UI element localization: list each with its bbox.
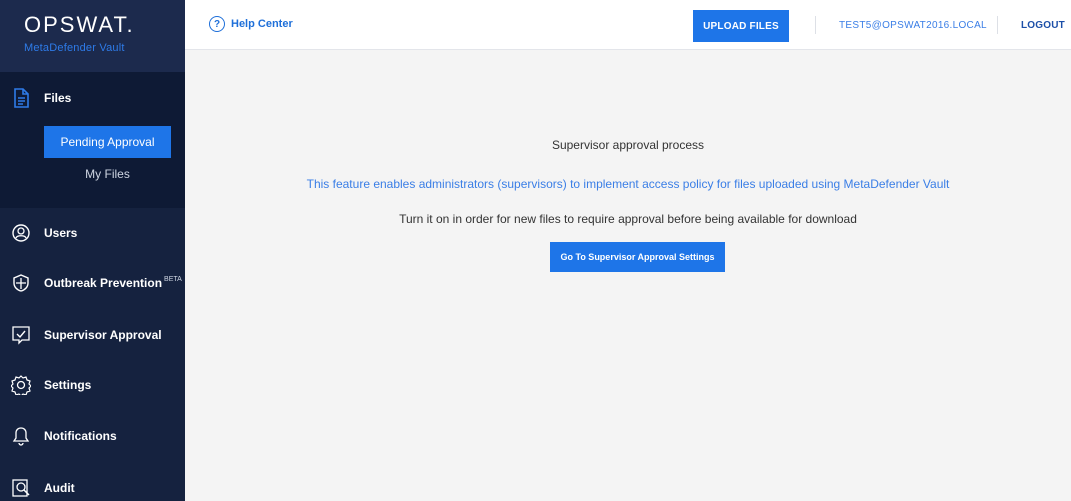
- sidebar-item-label: Audit: [44, 481, 75, 495]
- bell-icon: [10, 425, 32, 447]
- top-bar: ? Help Center UPLOAD FILES TEST5@OPSWAT2…: [185, 0, 1071, 50]
- opswat-logo[interactable]: OPSWAT.: [24, 12, 185, 38]
- feature-description: This feature enables administrators (sup…: [306, 177, 950, 191]
- page-title: Supervisor approval process: [551, 138, 705, 152]
- shield-icon: [10, 272, 32, 294]
- logout-link[interactable]: LOGOUT: [1021, 20, 1065, 31]
- sidebar-item-audit[interactable]: Audit: [0, 474, 185, 501]
- approval-icon: [10, 324, 32, 346]
- sidebar: OPSWAT. MetaDefender Vault Files Pending…: [0, 0, 185, 501]
- sidebar-subitem-my-files[interactable]: My Files: [44, 158, 171, 190]
- go-to-supervisor-approval-settings-button[interactable]: Go To Supervisor Approval Settings: [550, 242, 725, 272]
- sidebar-item-supervisor-approval[interactable]: Supervisor Approval: [0, 321, 185, 349]
- sidebar-item-label: Files: [44, 91, 72, 105]
- files-submenu: Pending Approval My Files: [0, 126, 185, 190]
- sidebar-item-label: Settings: [44, 378, 92, 392]
- audit-icon: [10, 477, 32, 499]
- main-content: Supervisor approval process This feature…: [185, 51, 1071, 501]
- upload-files-button[interactable]: UPLOAD FILES: [693, 10, 789, 42]
- sidebar-item-notifications[interactable]: Notifications: [0, 422, 185, 450]
- file-icon: [10, 87, 32, 109]
- gear-icon: [10, 374, 32, 396]
- sidebar-item-files[interactable]: Files: [0, 86, 185, 110]
- product-name: MetaDefender Vault: [24, 42, 125, 54]
- users-icon: [10, 222, 32, 244]
- sidebar-item-label: Outbreak Prevention: [44, 276, 163, 290]
- beta-badge: BETA: [164, 275, 182, 283]
- nav-files-section: Files Pending Approval My Files: [0, 72, 185, 208]
- sidebar-item-label: Users: [44, 226, 78, 240]
- sidebar-item-label: Supervisor Approval: [44, 328, 162, 342]
- sidebar-item-settings[interactable]: Settings: [0, 371, 185, 399]
- user-account-link[interactable]: TEST5@OPSWAT2016.LOCAL: [839, 20, 987, 31]
- sidebar-item-outbreak-prevention[interactable]: Outbreak Prevention BETA: [0, 269, 185, 297]
- divider: [997, 16, 998, 34]
- feature-note: Turn it on in order for new files to req…: [399, 212, 857, 226]
- help-center-link[interactable]: ? Help Center: [209, 16, 293, 32]
- brand: OPSWAT. MetaDefender Vault: [0, 0, 185, 72]
- divider: [815, 16, 816, 34]
- help-icon: ?: [209, 16, 225, 32]
- sidebar-item-users[interactable]: Users: [0, 219, 185, 247]
- help-center-label: Help Center: [231, 18, 293, 30]
- sidebar-item-label: Notifications: [44, 429, 117, 443]
- sidebar-subitem-pending-approval[interactable]: Pending Approval: [44, 126, 171, 158]
